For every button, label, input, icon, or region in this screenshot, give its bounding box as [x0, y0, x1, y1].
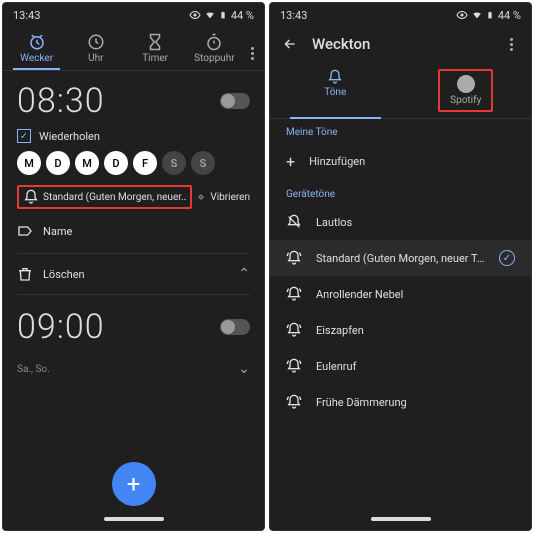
- day-mon[interactable]: M: [17, 151, 41, 175]
- tab-spotify[interactable]: Spotify: [401, 61, 532, 118]
- statusbar-time: 13:43: [280, 9, 307, 22]
- battery-percent: 44 %: [498, 9, 521, 22]
- eye-icon: [456, 9, 468, 21]
- nav-bar[interactable]: [270, 510, 531, 528]
- statusbar-time: 13:43: [13, 9, 40, 22]
- eye-icon: [189, 9, 201, 21]
- label-icon: [17, 223, 33, 239]
- phone-clock-app: 13:43 44 % Wecker Uhr Timer Stoppuhr 08:…: [2, 2, 265, 531]
- delete-row[interactable]: Löschen ⌃: [17, 260, 250, 288]
- plus-icon: +: [286, 152, 295, 171]
- nav-bar[interactable]: [3, 510, 264, 528]
- overflow-menu[interactable]: [503, 38, 519, 51]
- tone-nebel[interactable]: Anrollender Nebel: [270, 276, 531, 312]
- alarm-time[interactable]: 08:30: [17, 81, 105, 121]
- alarm-2-collapsed[interactable]: 09:00 Sa., So. ⌄: [3, 295, 264, 395]
- main-tabs: Wecker Uhr Timer Stoppuhr: [3, 27, 264, 71]
- day-thu[interactable]: D: [104, 151, 128, 175]
- back-icon[interactable]: [282, 36, 298, 52]
- tone-eulenruf[interactable]: Eulenruf: [270, 348, 531, 384]
- phone-sound-picker: 13:43 44 % Weckton Töne Spotify Meine Tö…: [269, 2, 532, 531]
- section-my-tones: Meine Töne: [270, 119, 531, 142]
- day-fri[interactable]: F: [133, 151, 157, 175]
- battery-icon: [219, 9, 227, 21]
- tone-silent[interactable]: Lautlos: [270, 204, 531, 240]
- day-sat[interactable]: S: [162, 151, 186, 175]
- tone-standard[interactable]: Standard (Guten Morgen, neuer Tag!) ✓: [270, 240, 531, 276]
- wifi-icon: [472, 10, 482, 20]
- bell-icon: [23, 189, 39, 205]
- wifi-icon: [205, 10, 215, 20]
- page-title: Weckton: [312, 35, 489, 53]
- stopwatch-icon: [205, 33, 223, 51]
- trash-icon: [17, 266, 33, 282]
- bell-ring-icon: [286, 394, 302, 410]
- statusbar-right: 44 %: [456, 9, 521, 22]
- chevron-up-icon[interactable]: ⌃: [238, 266, 250, 282]
- bell-icon: [327, 69, 343, 85]
- tone-eiszapfen[interactable]: Eiszapfen: [270, 312, 531, 348]
- bell-ring-icon: [286, 250, 302, 266]
- day-wed[interactable]: M: [75, 151, 99, 175]
- alarm-toggle[interactable]: [220, 319, 250, 335]
- checkbox-icon: ✓: [17, 129, 31, 143]
- add-sound-button[interactable]: + Hinzufügen: [270, 142, 531, 181]
- day-tue[interactable]: D: [46, 151, 70, 175]
- statusbar: 13:43 44 %: [3, 3, 264, 27]
- alarm-1-expanded: 08:30 ✓ Wiederholen M D M D F S S Standa…: [3, 71, 264, 253]
- bell-ring-icon: [286, 358, 302, 374]
- tab-stoppuhr[interactable]: Stoppuhr: [185, 33, 244, 70]
- tab-tones[interactable]: Töne: [270, 61, 401, 118]
- tab-timer[interactable]: Timer: [126, 33, 185, 70]
- statusbar-right: 44 %: [189, 9, 254, 22]
- alarm-sound-button[interactable]: Standard (Guten Morgen, neuer..: [17, 185, 192, 209]
- overflow-menu[interactable]: [244, 47, 260, 70]
- add-alarm-fab[interactable]: +: [112, 462, 156, 506]
- spotify-icon: [457, 75, 475, 93]
- battery-icon: [486, 9, 494, 21]
- day-picker: M D M D F S S: [17, 151, 250, 175]
- selected-check-icon: ✓: [499, 250, 515, 266]
- header: Weckton: [270, 27, 531, 61]
- chevron-down-icon[interactable]: ⌄: [238, 361, 250, 377]
- label-row[interactable]: Name: [17, 217, 250, 245]
- vibrate-icon: [198, 189, 204, 205]
- alarm-time[interactable]: 09:00: [17, 307, 105, 347]
- bell-off-icon: [286, 214, 302, 230]
- statusbar: 13:43 44 %: [270, 3, 531, 27]
- battery-percent: 44 %: [231, 9, 254, 22]
- clock-icon: [87, 33, 105, 51]
- tab-wecker[interactable]: Wecker: [7, 33, 66, 70]
- repeat-row[interactable]: ✓ Wiederholen: [17, 129, 250, 143]
- alarm-icon: [28, 33, 46, 51]
- bell-ring-icon: [286, 322, 302, 338]
- sound-source-tabs: Töne Spotify: [270, 61, 531, 119]
- tone-fruhe[interactable]: Frühe Dämmerung: [270, 384, 531, 420]
- alarm-days-summary: Sa., So.: [17, 364, 50, 375]
- hourglass-icon: [146, 33, 164, 51]
- bell-ring-icon: [286, 286, 302, 302]
- section-device-tones: Gerätetöne: [270, 181, 531, 204]
- alarm-toggle[interactable]: [220, 93, 250, 109]
- day-sun[interactable]: S: [191, 151, 215, 175]
- tab-uhr[interactable]: Uhr: [66, 33, 125, 70]
